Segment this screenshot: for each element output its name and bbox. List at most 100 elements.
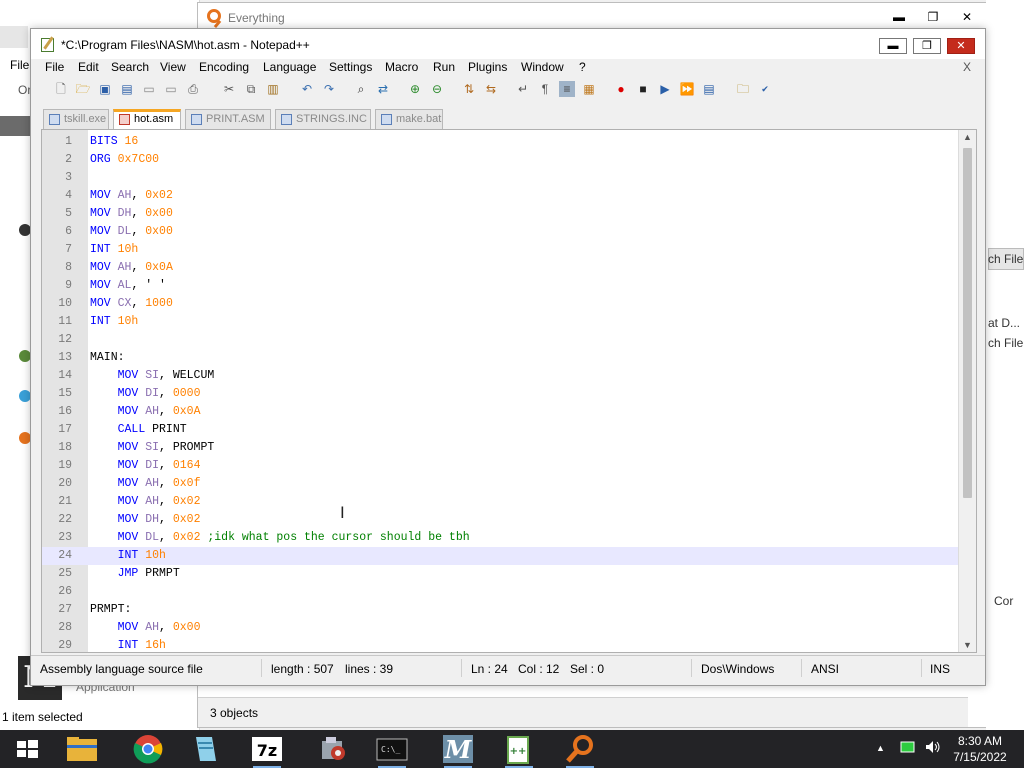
doc-map-icon[interactable]: ▦ (581, 81, 597, 97)
code-lines[interactable]: 1 BITS 16 2 ORG 0x7C00 3 4 MOV AH, 0x02 5 MOV DH… (42, 133, 958, 652)
menu-search[interactable]: Search (111, 60, 149, 74)
indent-guide-icon[interactable]: ≡ (559, 81, 575, 97)
tray-overflow-arrow[interactable]: ▲ (876, 743, 885, 753)
code-line[interactable]: 15 MOV DI, 0000 (42, 385, 958, 403)
code-line[interactable]: 22 MOV DH, 0x02 (42, 511, 958, 529)
title-bar[interactable]: *C:\Program Files\NASM\hot.asm - Notepad… (31, 29, 985, 59)
maximize-button[interactable]: ❐ (913, 38, 941, 54)
code-line[interactable]: 28 MOV AH, 0x00 (42, 619, 958, 637)
redo-icon[interactable]: ↷ (321, 81, 337, 97)
everything-minimize-button[interactable]: ▬ (884, 9, 914, 25)
zoom-out-icon[interactable]: ⊖ (429, 81, 445, 97)
everything-icon[interactable] (563, 733, 597, 768)
menu-macro[interactable]: Macro (385, 60, 418, 74)
menu-encoding[interactable]: Encoding (199, 60, 249, 74)
code-line[interactable]: 19 MOV DI, 0164 (42, 457, 958, 475)
notepadpp-icon[interactable]: ++ (502, 733, 536, 768)
everything-close-button[interactable]: ✕ (952, 9, 982, 25)
cut-icon[interactable]: ✂ (221, 81, 237, 97)
7zip-icon[interactable]: 7z (250, 733, 284, 768)
masm-icon[interactable]: M (441, 733, 475, 768)
tab-print-asm[interactable]: PRINT.ASM (185, 109, 271, 129)
code-line[interactable]: 12 (42, 331, 958, 349)
code-line[interactable]: 24 INT 10h (42, 547, 958, 565)
code-line[interactable]: 5 MOV DH, 0x00 (42, 205, 958, 223)
stop-macro-icon[interactable]: ■ (635, 81, 651, 97)
status-eol-format[interactable]: Dos\Windows (701, 662, 774, 676)
zoom-in-icon[interactable]: ⊕ (407, 81, 423, 97)
close-all-icon[interactable]: ▭ (163, 81, 179, 97)
code-line[interactable]: 7 INT 10h (42, 241, 958, 259)
copy-icon[interactable]: ⧉ (243, 81, 259, 97)
save-all-icon[interactable]: ▤ (119, 81, 135, 97)
code-line[interactable]: 8 MOV AH, 0x0A (42, 259, 958, 277)
menu-settings[interactable]: Settings (329, 60, 372, 74)
undo-icon[interactable]: ↶ (299, 81, 315, 97)
everything-maximize-button[interactable]: ❐ (918, 9, 948, 25)
new-file-icon[interactable]: 🗋 (53, 81, 69, 97)
scroll-down-arrow[interactable]: ▼ (963, 640, 972, 650)
code-line[interactable]: 16 MOV AH, 0x0A (42, 403, 958, 421)
word-wrap-icon[interactable]: ↵ (515, 81, 531, 97)
save-macro-icon[interactable]: ▤ (701, 81, 717, 97)
code-line[interactable]: 21 MOV AH, 0x02 (42, 493, 958, 511)
notepad-icon[interactable] (188, 733, 222, 765)
sync-h-icon[interactable]: ⇆ (483, 81, 499, 97)
save-icon[interactable]: ▣ (97, 81, 113, 97)
scroll-up-arrow[interactable]: ▲ (963, 132, 972, 142)
code-line[interactable]: 4 MOV AH, 0x02 (42, 187, 958, 205)
code-line[interactable]: 13 MAIN: (42, 349, 958, 367)
volume-icon[interactable] (924, 740, 942, 757)
menu-plugins[interactable]: Plugins (468, 60, 507, 74)
explorer-quick-access-fragment[interactable] (0, 116, 32, 136)
paste-icon[interactable]: ▥ (265, 81, 281, 97)
code-line[interactable]: 20 MOV AH, 0x0f (42, 475, 958, 493)
menu-edit[interactable]: Edit (78, 60, 99, 74)
open-file-icon[interactable]: 🗁 (75, 81, 91, 97)
start-icon[interactable] (10, 733, 44, 765)
close-document-button[interactable]: X (963, 60, 971, 74)
code-line[interactable]: 3 (42, 169, 958, 187)
code-line[interactable]: 9 MOV AL, ' ' (42, 277, 958, 295)
battery-icon[interactable] (900, 740, 916, 757)
scrollbar-thumb[interactable] (963, 148, 972, 498)
menu-file[interactable]: File (45, 60, 64, 74)
code-line[interactable]: 2 ORG 0x7C00 (42, 151, 958, 169)
show-all-chars-icon[interactable]: ¶ (537, 81, 553, 97)
tab-make-bat[interactable]: make.bat (375, 109, 443, 129)
spellcheck-icon[interactable]: ✔ (757, 81, 773, 97)
code-line[interactable]: 14 MOV SI, WELCUM (42, 367, 958, 385)
code-line[interactable]: 23 MOV DL, 0x02 ;idk what pos the cursor… (42, 529, 958, 547)
find-icon[interactable]: ⌕ (353, 81, 369, 97)
code-line[interactable]: 29 INT 16h (42, 637, 958, 652)
explorer-menu-file[interactable]: File (10, 58, 29, 72)
print-icon[interactable]: ⎙ (185, 81, 201, 97)
status-encoding[interactable]: ANSI (811, 662, 839, 676)
code-line[interactable]: 26 (42, 583, 958, 601)
menu-language[interactable]: Language (263, 60, 316, 74)
code-line[interactable]: 1 BITS 16 (42, 133, 958, 151)
chrome-icon[interactable] (131, 733, 165, 765)
settings-app-icon[interactable] (316, 733, 350, 765)
cmd-icon[interactable]: C:\_ (375, 733, 409, 768)
record-macro-icon[interactable]: ● (613, 81, 629, 97)
folder-icon[interactable]: 🗀 (735, 81, 751, 97)
tab-strings-inc[interactable]: STRINGS.INC (275, 109, 371, 129)
tab-tskill-exe[interactable]: tskill.exe (43, 109, 109, 129)
code-line[interactable]: 17 CALL PRINT (42, 421, 958, 439)
menu-window[interactable]: Window (521, 60, 564, 74)
sync-v-icon[interactable]: ⇅ (461, 81, 477, 97)
close-icon[interactable]: ▭ (141, 81, 157, 97)
play-macro-icon[interactable]: ▶ (657, 81, 673, 97)
minimize-button[interactable]: ▬ (879, 38, 907, 54)
code-line[interactable]: 6 MOV DL, 0x00 (42, 223, 958, 241)
code-line[interactable]: 18 MOV SI, PROMPT (42, 439, 958, 457)
code-line[interactable]: 11 INT 10h (42, 313, 958, 331)
file-explorer-icon[interactable] (65, 733, 99, 765)
close-button[interactable]: ✕ (947, 38, 975, 54)
status-insert-mode[interactable]: INS (930, 662, 950, 676)
code-line[interactable]: 10 MOV CX, 1000 (42, 295, 958, 313)
tab-hot-asm[interactable]: hot.asm (113, 109, 181, 130)
code-line[interactable]: 25 JMP PRMPT (42, 565, 958, 583)
system-clock[interactable]: 8:30 AM 7/15/2022 (950, 733, 1010, 765)
